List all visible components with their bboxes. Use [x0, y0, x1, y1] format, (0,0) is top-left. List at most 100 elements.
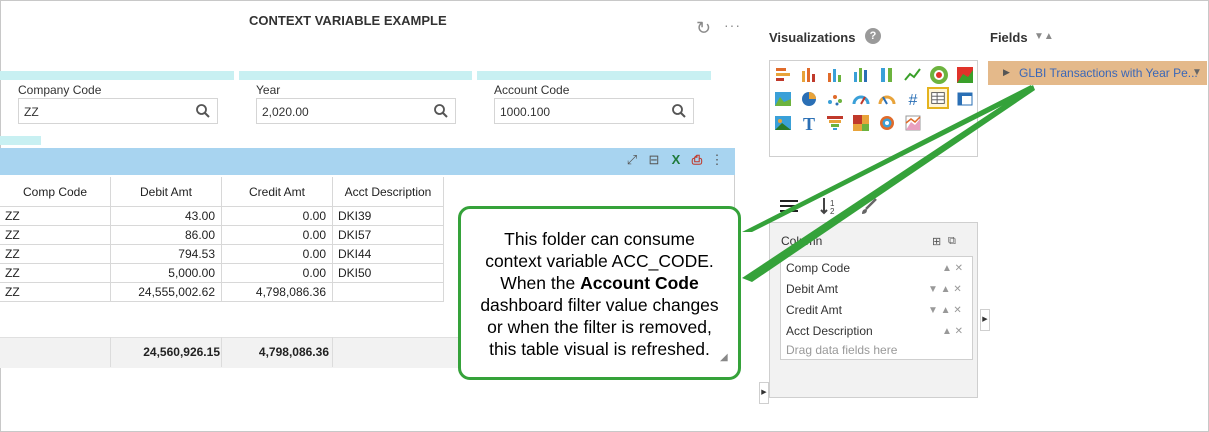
column-header[interactable]: Credit Amt — [221, 177, 333, 207]
sunburst-icon[interactable] — [877, 113, 897, 133]
column-item-debit-amt[interactable]: Debit Amt — [786, 282, 838, 296]
total-debit: 24,560,926.15 — [143, 345, 220, 359]
image-icon[interactable] — [773, 113, 793, 133]
help-icon[interactable]: ? — [865, 28, 881, 44]
text-icon[interactable]: T — [799, 113, 819, 133]
column-chart-icon[interactable] — [851, 65, 871, 85]
chevron-down-icon[interactable]: ▼ — [1192, 67, 1202, 78]
column-item-acct-description[interactable]: Acct Description — [786, 324, 873, 338]
stacked-column-icon[interactable] — [877, 65, 897, 85]
hierarchy-icon[interactable]: ⧉ — [948, 235, 956, 248]
account-code-filter[interactable]: 1000.100 — [494, 98, 694, 124]
table-cell: 0.00 — [221, 225, 333, 245]
table-row: ZZ 86.00 0.00 DKI57 — [0, 225, 444, 245]
move-icon[interactable]: ▼ ▲ ✕ — [928, 284, 962, 295]
columns-tab-icon[interactable] — [779, 196, 799, 216]
callout-line: When the Account Code — [461, 272, 738, 294]
dial-icon[interactable] — [877, 89, 897, 109]
scatter-chart-icon[interactable] — [825, 89, 845, 109]
year-label: Year — [256, 83, 281, 97]
filter-bar-year — [239, 71, 472, 80]
total-credit: 4,798,086.36 — [258, 345, 329, 359]
filter-bar-account — [477, 71, 711, 80]
table-row: ZZ 43.00 0.00 DKI39 — [0, 206, 444, 226]
table-visual-icon[interactable] — [927, 87, 949, 109]
table-cell: 24,555,002.62 — [110, 282, 222, 302]
data-table: Comp Code Debit Amt Credit Amt Acct Desc… — [0, 177, 444, 302]
refresh-icon[interactable]: ↻ — [696, 19, 711, 37]
table-cell: ZZ — [0, 244, 111, 264]
add-column-icon[interactable]: ⊞ — [932, 235, 941, 248]
sort-tab-icon[interactable]: 12 — [819, 196, 839, 216]
table-cell — [332, 282, 444, 302]
column-item-comp-code[interactable]: Comp Code — [786, 261, 850, 275]
totals-divider — [110, 337, 111, 367]
map-icon[interactable] — [773, 89, 793, 109]
table-cell: ZZ — [0, 206, 111, 226]
area-chart-icon[interactable] — [955, 65, 975, 85]
callout-line: dashboard filter value changes — [480, 295, 719, 315]
account-code-label: Account Code — [494, 83, 570, 97]
filter-bar-company — [0, 71, 234, 80]
move-up-icon[interactable]: ▲ ✕ — [942, 326, 963, 337]
table-cell: ZZ — [0, 225, 111, 245]
fields-sort-icon[interactable]: ▼▲ — [1034, 31, 1054, 42]
table-row: ZZ 794.53 0.00 DKI44 — [0, 244, 444, 264]
bar-chart-icon[interactable] — [825, 65, 845, 85]
collapse-pane-icon[interactable]: ▶ — [759, 382, 769, 404]
table-header-row: Comp Code Debit Amt Credit Amt Acct Desc… — [0, 177, 444, 207]
pie-chart-icon[interactable] — [799, 89, 819, 109]
column-item-credit-amt[interactable]: Credit Amt — [786, 303, 842, 317]
table-cell: 0.00 — [221, 206, 333, 226]
canvas-title: CONTEXT VARIABLE EXAMPLE — [249, 13, 447, 28]
move-icon[interactable]: ▼ ▲ ✕ — [928, 305, 962, 316]
search-icon[interactable] — [195, 103, 211, 119]
visualizations-title: Visualizations — [769, 30, 856, 45]
field-folder-item[interactable]: ▶ GLBI Transactions with Year Pe... — [988, 61, 1207, 85]
more-options-icon[interactable]: ··· — [724, 17, 741, 33]
kpi-number-icon[interactable]: # — [903, 89, 923, 109]
export-excel-icon[interactable]: X — [669, 152, 683, 168]
callout-text: This folder can consume context variable… — [461, 228, 738, 360]
table-cell: ZZ — [0, 263, 111, 283]
table-cell: 43.00 — [110, 206, 222, 226]
line-chart-icon[interactable] — [903, 65, 923, 85]
funnel-chart-icon[interactable] — [825, 113, 845, 133]
search-icon[interactable] — [433, 103, 449, 119]
export-pdf-icon[interactable]: ⎙ — [690, 152, 704, 168]
maximize-icon[interactable]: ⤢ — [625, 152, 639, 168]
gauge-icon[interactable] — [851, 89, 871, 109]
column-section-label: Column — [781, 234, 823, 248]
filter-bar-extra — [0, 136, 41, 145]
expand-pane-icon[interactable]: ▶ — [980, 309, 990, 331]
table-menu-icon[interactable]: ⋮ — [710, 152, 724, 168]
column-header[interactable]: Debit Amt — [110, 177, 222, 207]
pivot-table-icon[interactable] — [955, 89, 975, 109]
filter-icon[interactable]: ⊟ — [647, 152, 661, 168]
table-cell: 4,798,086.36 — [221, 282, 333, 302]
combo-chart-icon[interactable] — [903, 113, 923, 133]
resize-handle-icon[interactable]: ◢ — [720, 352, 728, 363]
search-icon[interactable] — [671, 103, 687, 119]
column-header[interactable]: Comp Code — [0, 177, 111, 207]
expand-icon[interactable]: ▶ — [1003, 67, 1010, 78]
fields-title: Fields — [990, 30, 1028, 45]
account-code-value: 1000.100 — [500, 105, 551, 119]
move-up-icon[interactable]: ▲ ✕ — [942, 263, 963, 274]
table-cell: ZZ — [0, 282, 111, 302]
table-cell: DKI50 — [332, 263, 444, 283]
year-value: 2,020.00 — [262, 105, 309, 119]
table-cell: DKI57 — [332, 225, 444, 245]
donut-chart-icon[interactable] — [929, 65, 949, 85]
callout-emphasis: Account Code — [580, 273, 699, 293]
table-cell: DKI44 — [332, 244, 444, 264]
stacked-bar-icon[interactable] — [799, 65, 819, 85]
treemap-icon[interactable] — [851, 113, 871, 133]
table-cell: 794.53 — [110, 244, 222, 264]
company-code-filter[interactable]: ZZ — [18, 98, 218, 124]
totals-divider — [221, 337, 222, 367]
year-filter[interactable]: 2,020.00 — [256, 98, 456, 124]
column-header[interactable]: Acct Description — [332, 177, 444, 207]
brush-tab-icon[interactable] — [859, 196, 879, 216]
horizontal-bar-icon[interactable] — [773, 65, 793, 85]
